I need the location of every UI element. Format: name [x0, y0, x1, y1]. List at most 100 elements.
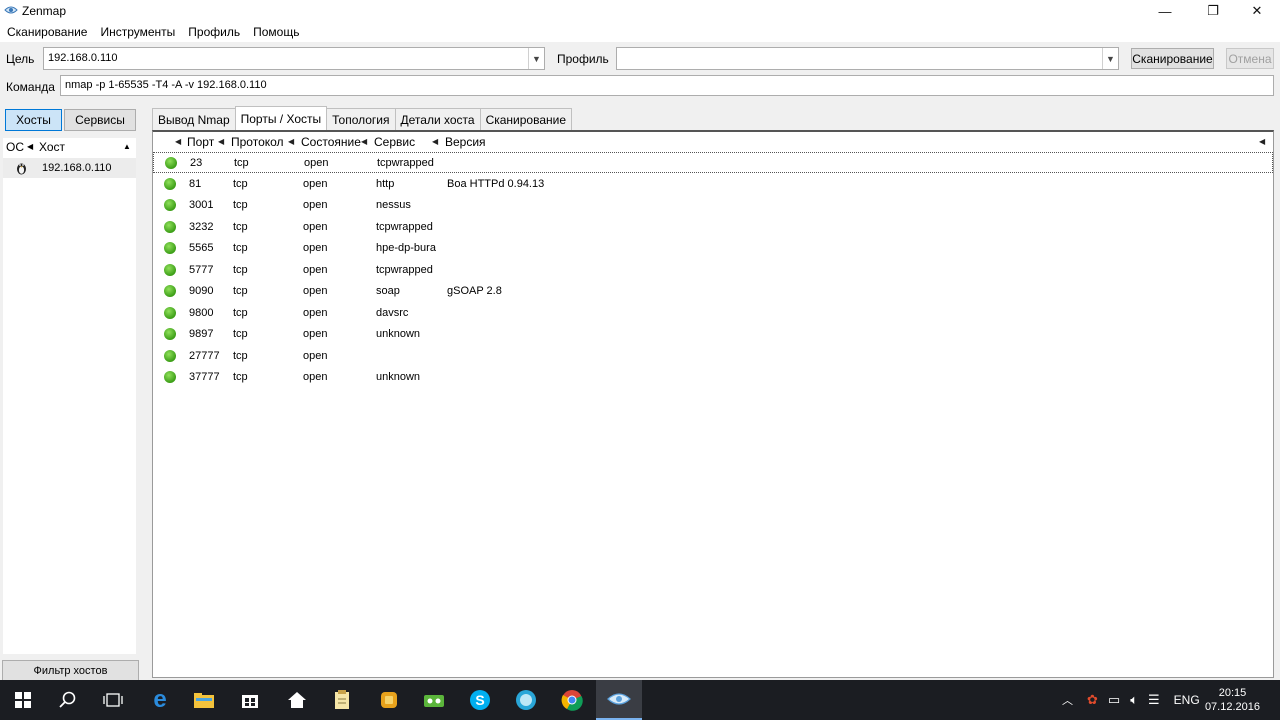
col-protocol[interactable]: Протокол: [231, 135, 284, 149]
host-list[interactable]: ОС ◀ Хост ▲ 192.168.0.110: [3, 138, 136, 654]
cell-version: Boa HTTPd 0.94.13: [447, 177, 545, 190]
scan-button[interactable]: Сканирование: [1131, 48, 1214, 69]
task-view-icon[interactable]: [90, 680, 136, 720]
host-row[interactable]: 192.168.0.110: [3, 158, 136, 178]
app-blue-icon[interactable]: [503, 680, 549, 720]
clock-date: 07.12.2016: [1204, 701, 1260, 713]
table-row[interactable]: 23 tcp open tcpwrapped: [153, 152, 1273, 173]
zenmap-icon[interactable]: [596, 680, 642, 720]
chevron-up-icon[interactable]: ︿: [1062, 692, 1073, 708]
table-row[interactable]: 5565 tcp open hpe-dp-bura: [153, 238, 1273, 259]
edge-icon[interactable]: e: [137, 680, 183, 720]
tab-host-details[interactable]: Детали хоста: [394, 108, 481, 130]
cell-state: open: [303, 349, 328, 362]
tray-app-icon[interactable]: ✿: [1087, 692, 1098, 708]
language-indicator[interactable]: ENG: [1174, 693, 1200, 707]
port-open-status-icon: [164, 371, 176, 383]
table-row[interactable]: 81 tcp open http Boa HTTPd 0.94.13: [153, 174, 1273, 195]
menu-tools[interactable]: Инструменты: [93, 22, 181, 42]
sort-left-icon: ◀: [361, 137, 368, 146]
cancel-button[interactable]: Отмена: [1226, 48, 1274, 69]
port-open-status-icon: [164, 263, 176, 276]
cell-service: unknown: [376, 371, 421, 383]
cell-service: tcpwrapped: [376, 220, 433, 233]
minimize-button[interactable]: —: [1142, 0, 1188, 22]
chevron-down-icon[interactable]: ▼: [528, 48, 544, 69]
chevron-down-icon[interactable]: ▼: [1102, 48, 1118, 69]
search-icon[interactable]: [45, 680, 91, 720]
scan-toolbar: Цель 192.168.0.110 ▼ Профиль ▼ Сканирова…: [0, 42, 1280, 104]
tab-ports-hosts[interactable]: Порты / Хосты: [234, 106, 328, 130]
cell-service: davsrc: [376, 306, 409, 319]
notes-icon[interactable]: [319, 680, 365, 720]
col-service[interactable]: Сервис: [374, 135, 415, 149]
menu-scan[interactable]: Сканирование: [0, 22, 93, 42]
table-row[interactable]: 3001 tcp open nessus: [153, 195, 1273, 216]
tab-nmap-output[interactable]: Вывод Nmap: [152, 108, 236, 130]
cell-port: 9800: [189, 306, 214, 319]
services-toggle-button[interactable]: Сервисы: [64, 109, 136, 131]
start-icon[interactable]: [0, 680, 46, 720]
hosts-toggle-button[interactable]: Хосты: [5, 109, 62, 131]
cell-port: 9090: [189, 285, 214, 297]
col-version[interactable]: Версия: [445, 135, 486, 149]
home-icon[interactable]: [274, 680, 320, 720]
cell-state: open: [303, 306, 328, 319]
cell-port: 81: [189, 177, 202, 190]
table-row[interactable]: 9090 tcp open soap gSOAP 2.8: [153, 281, 1273, 302]
clock[interactable]: 20:15 07.12.2016: [1205, 686, 1260, 714]
cell-service: nessus: [376, 199, 411, 211]
skype-icon[interactable]: S: [457, 680, 503, 720]
linux-penguin-icon: [17, 163, 26, 175]
cell-port: 37777: [189, 371, 220, 383]
sort-left-icon: ◀: [432, 137, 439, 146]
col-os[interactable]: ОС: [6, 140, 24, 154]
col-host[interactable]: Хост: [39, 140, 65, 154]
app-yellow-icon[interactable]: [366, 680, 412, 720]
hosts-panel: Хосты Сервисы ОС ◀ Хост ▲ 192.168.0.110 …: [0, 104, 152, 684]
cell-port: 23: [190, 157, 203, 169]
title-bar: Zenmap — ❐ ✕: [0, 0, 1280, 22]
table-row[interactable]: 3232 tcp open tcpwrapped: [153, 217, 1273, 238]
close-button[interactable]: ✕: [1234, 0, 1280, 22]
file-explorer-icon[interactable]: [181, 680, 227, 720]
sort-left-icon: ◀: [218, 137, 225, 146]
ports-table[interactable]: ◀ Порт ◀ Протокол ◀ Состояние ◀ Сервис ◀…: [152, 130, 1274, 678]
cell-protocol: tcp: [233, 349, 248, 362]
taskbar: e S ︿ ✿ ▭ 🔈︎ ☰ ENG 20:15 07.12.2016: [0, 680, 1280, 720]
command-input[interactable]: nmap -p 1-65535 -T4 -A -v 192.168.0.110: [60, 75, 1274, 96]
maximize-button[interactable]: ❐: [1190, 0, 1236, 22]
table-row[interactable]: 5777 tcp open tcpwrapped: [153, 260, 1273, 281]
table-row[interactable]: 37777 tcp open unknown: [153, 367, 1273, 388]
system-tray: ︿ ✿ ▭ 🔈︎ ☰ ENG: [1062, 680, 1200, 720]
col-port[interactable]: Порт: [187, 135, 214, 149]
cell-state: open: [303, 199, 328, 211]
cell-service: hpe-dp-bura: [376, 242, 436, 254]
cell-state: open: [304, 157, 329, 169]
col-state[interactable]: Состояние: [301, 135, 361, 149]
table-row[interactable]: 9800 tcp open davsrc: [153, 303, 1273, 324]
tab-topology[interactable]: Топология: [326, 108, 396, 130]
notification-icon[interactable]: ☰: [1148, 692, 1160, 708]
chrome-icon[interactable]: [549, 680, 595, 720]
target-label: Цель: [6, 52, 35, 66]
target-combo[interactable]: 192.168.0.110 ▼: [43, 47, 545, 70]
port-open-status-icon: [164, 285, 176, 297]
battery-icon[interactable]: ▭: [1108, 692, 1120, 708]
app-green-icon[interactable]: [411, 680, 457, 720]
window-title: Zenmap: [22, 4, 67, 18]
tab-scans[interactable]: Сканирование: [479, 108, 573, 130]
host-filter-button[interactable]: Фильтр хостов: [2, 660, 139, 681]
port-open-status-icon: [165, 157, 177, 169]
table-row[interactable]: 9897 tcp open unknown: [153, 324, 1273, 345]
menu-help[interactable]: Помощь: [246, 22, 305, 42]
port-open-status-icon: [164, 349, 176, 362]
menu-profile[interactable]: Профиль: [181, 22, 246, 42]
cell-protocol: tcp: [233, 285, 248, 297]
cell-port: 3232: [189, 220, 214, 233]
store-icon[interactable]: [227, 680, 273, 720]
volume-icon[interactable]: 🔈︎: [1130, 692, 1138, 708]
table-row[interactable]: 27777 tcp open: [153, 346, 1273, 367]
cell-protocol: tcp: [233, 177, 248, 190]
profile-combo[interactable]: ▼: [616, 47, 1119, 70]
